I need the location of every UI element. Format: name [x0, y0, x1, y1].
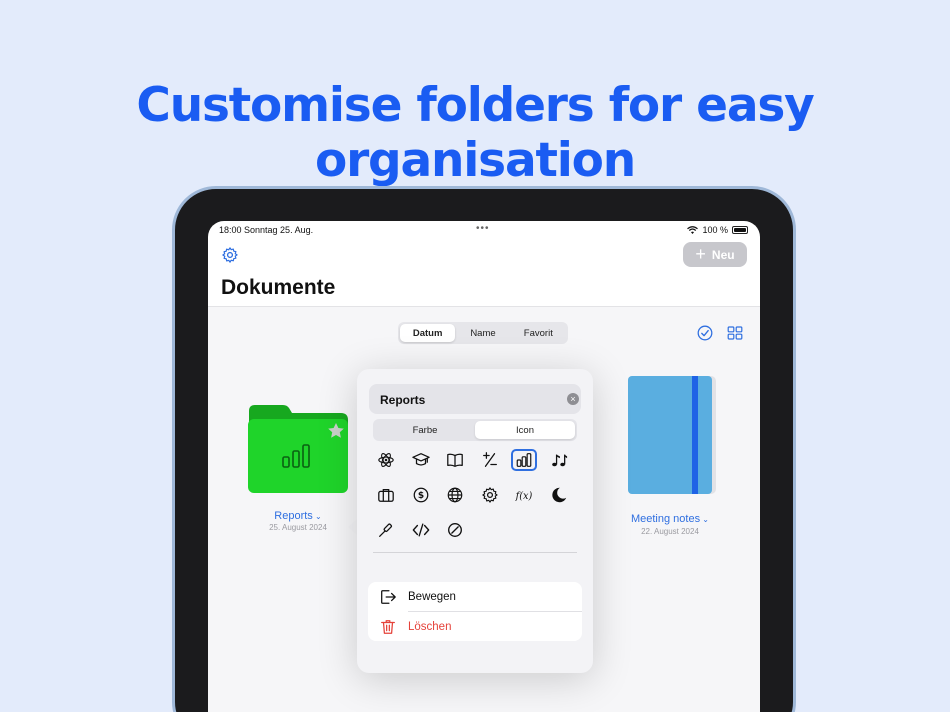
sort-option-date[interactable]: Datum — [400, 324, 456, 342]
meeting-notes-notebook-icon[interactable] — [628, 376, 716, 494]
new-button[interactable]: + Neu — [683, 242, 747, 267]
slash-circle-icon[interactable] — [442, 519, 468, 541]
chevron-down-icon: ⌄ — [700, 515, 710, 524]
tab-icon[interactable]: Icon — [475, 421, 575, 439]
status-time-date: 18:00 Sonntag 25. Aug. — [219, 225, 314, 235]
move-icon — [381, 589, 396, 604]
gear-icon[interactable] — [477, 484, 503, 506]
settings-gear-icon[interactable] — [221, 246, 239, 264]
status-right: 100 % — [687, 225, 748, 235]
select-checkmark-icon[interactable] — [697, 325, 713, 341]
folder-date-reports: 25. August 2024 — [269, 523, 327, 532]
sort-option-favorite[interactable]: Favorit — [511, 324, 566, 342]
folder-edit-popover: Reports × Farbe Icon $ f(x) Bewegen Lösc… — [357, 369, 593, 673]
delete-action-label: Löschen — [408, 620, 452, 633]
multitask-dots[interactable]: ••• — [476, 223, 490, 234]
function-icon[interactable]: f(x) — [511, 484, 537, 506]
music-notes-icon[interactable] — [546, 449, 572, 471]
folder-name-meeting-notes[interactable]: Meeting notes ⌄ — [610, 513, 730, 525]
sort-option-name[interactable]: Name — [455, 324, 510, 342]
folder-date-meeting-notes: 22. August 2024 — [641, 527, 699, 536]
chart-bars-icon[interactable] — [511, 449, 537, 471]
battery-percent: 100 % — [702, 225, 728, 235]
wifi-icon — [687, 225, 699, 234]
move-action[interactable]: Bewegen — [368, 582, 582, 611]
code-icon[interactable] — [408, 519, 434, 541]
svg-text:$: $ — [418, 491, 424, 501]
screwdriver-icon[interactable] — [373, 519, 399, 541]
delete-action[interactable]: Löschen — [368, 612, 582, 641]
dollar-icon[interactable]: $ — [408, 484, 434, 506]
status-bar: 18:00 Sonntag 25. Aug. ••• 100 % — [208, 223, 760, 239]
new-button-label: Neu — [711, 247, 735, 262]
plus-minus-icon[interactable] — [477, 449, 503, 471]
folder-name-reports[interactable]: Reports ⌄ — [238, 510, 358, 522]
tab-color[interactable]: Farbe — [375, 421, 475, 439]
customize-segmented-control: Farbe Icon — [373, 419, 577, 441]
briefcase-icon[interactable] — [373, 484, 399, 506]
plus-icon: + — [695, 243, 706, 264]
globe-icon[interactable] — [442, 484, 468, 506]
action-list: Bewegen Löschen — [368, 582, 582, 641]
book-icon[interactable] — [442, 449, 468, 471]
sort-segmented-control: Datum Name Favorit — [398, 322, 568, 344]
headline: Customise folders for easy organisation — [136, 78, 814, 188]
folder-name-input[interactable]: Reports — [369, 384, 581, 414]
reports-folder-icon[interactable] — [247, 405, 349, 493]
graduation-cap-icon[interactable] — [408, 449, 434, 471]
trash-icon — [381, 619, 395, 634]
chevron-down-icon: ⌄ — [312, 512, 322, 521]
popover-divider — [373, 552, 577, 553]
clear-text-icon[interactable]: × — [567, 393, 579, 405]
move-action-label: Bewegen — [408, 590, 456, 603]
atom-icon[interactable] — [373, 449, 399, 471]
svg-text:f(x): f(x) — [515, 491, 533, 502]
page-title: Dokumente — [221, 276, 336, 299]
moon-icon[interactable] — [546, 484, 572, 506]
grid-view-icon[interactable] — [727, 325, 743, 341]
battery-icon — [732, 226, 748, 234]
